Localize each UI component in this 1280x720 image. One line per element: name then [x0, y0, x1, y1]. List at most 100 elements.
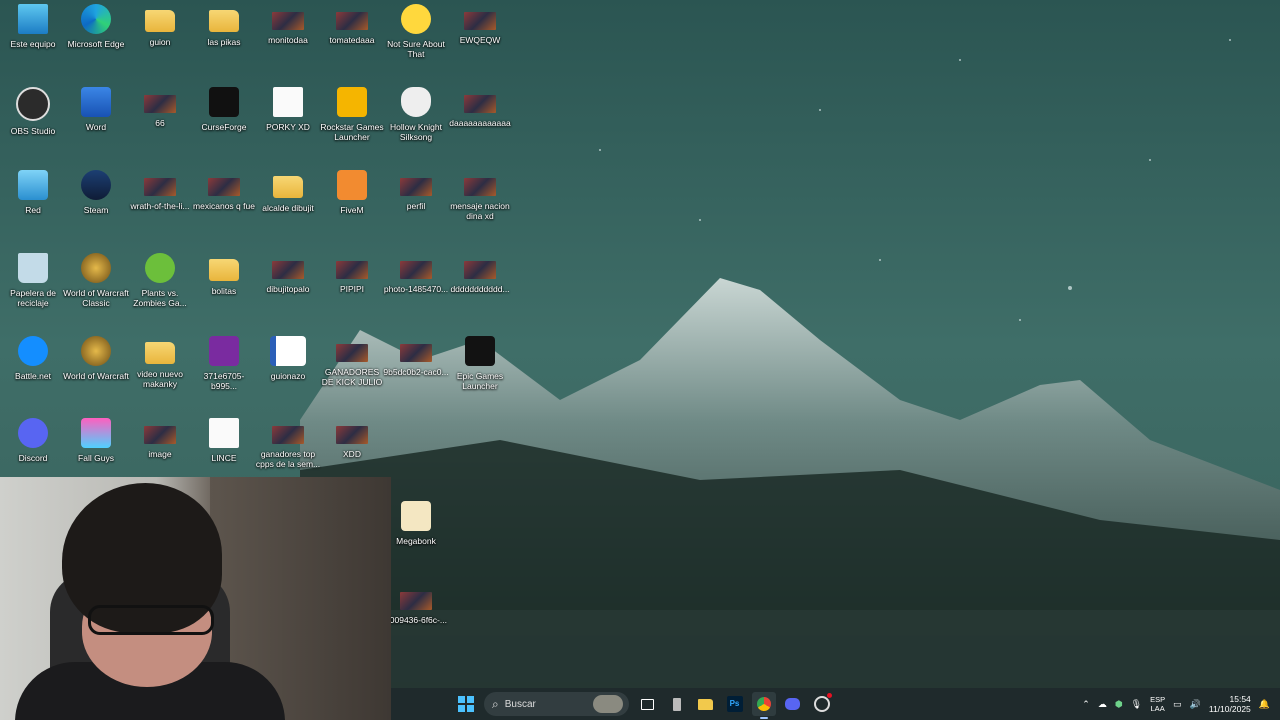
desktop-icon-label: mensaje nacion dina xd	[450, 201, 510, 221]
app-button-1[interactable]	[665, 692, 689, 716]
image-thumbnail-icon	[208, 178, 240, 196]
desktop-icon[interactable]: bolitas	[191, 249, 257, 329]
file-icon	[209, 336, 239, 366]
notification-bell-icon[interactable]: 🔔	[1259, 699, 1270, 710]
image-thumbnail-icon	[336, 261, 368, 279]
desktop-icon-label: Red	[25, 205, 41, 215]
desktop-icon[interactable]: monitodaa	[255, 0, 321, 80]
desktop-icon[interactable]: CurseForge	[191, 83, 257, 163]
desktop-icon-label: mexicanos q fue	[193, 201, 255, 211]
recycle-bin-icon	[18, 253, 48, 283]
desktop-icon[interactable]: 5009436-6f6c-...	[383, 580, 449, 660]
desktop-icon[interactable]: Microsoft Edge	[63, 0, 129, 80]
fivem-icon	[337, 170, 367, 200]
desktop-icon[interactable]: 371e6705-b995...	[191, 332, 257, 412]
desktop-icon-label: CurseForge	[201, 122, 247, 132]
image-thumbnail-icon	[144, 95, 176, 113]
desktop-icon[interactable]: EWQEQW	[447, 0, 513, 80]
discord-button[interactable]	[781, 692, 805, 716]
desktop-icon-label: GANADORES DE KICK JULIO	[321, 367, 383, 387]
volume-icon[interactable]: 🔊	[1190, 699, 1201, 710]
desktop-icon[interactable]: ddddddddddd...	[447, 249, 513, 329]
chevron-up-icon[interactable]: ⌃	[1082, 699, 1090, 710]
desktop-icon[interactable]: 9b5dc0b2-cac0...	[383, 332, 449, 412]
monitor-icon	[18, 4, 48, 34]
image-thumbnail-icon	[464, 12, 496, 30]
microphone-icon[interactable]: 🎙	[1131, 699, 1142, 710]
desktop-icon-label: World of Warcraft	[63, 371, 129, 381]
desktop-icon[interactable]: PIPIPI	[319, 249, 385, 329]
desktop-icon[interactable]: Word	[63, 83, 129, 163]
desktop-icon[interactable]: Steam	[63, 166, 129, 246]
desktop-icon[interactable]: OBS Studio	[0, 83, 66, 163]
wow-icon	[81, 336, 111, 366]
image-thumbnail-icon	[336, 12, 368, 30]
security-icon[interactable]: ⬢	[1115, 699, 1123, 710]
desktop-icon[interactable]: perfil	[383, 166, 449, 246]
desktop-icon[interactable]: las pikas	[191, 0, 257, 80]
image-thumbnail-icon	[464, 178, 496, 196]
search-icon: ⌕	[492, 696, 499, 711]
task-view-icon	[641, 698, 654, 710]
desktop-icon[interactable]: daaaaaaaaaaaa	[447, 83, 513, 163]
desktop-icon[interactable]: 66	[127, 83, 193, 163]
obs-icon	[16, 87, 50, 121]
desktop-icon[interactable]: Plants vs. Zombies Ga...	[127, 249, 193, 329]
desktop-icon[interactable]: guion	[127, 0, 193, 80]
chrome-button[interactable]	[751, 692, 776, 719]
desktop-icon-label: Papelera de reciclaje	[10, 288, 56, 308]
image-thumbnail-icon	[144, 426, 176, 444]
desktop-icon[interactable]: Megabonk	[383, 497, 449, 577]
video-file-icon	[273, 87, 303, 117]
start-button[interactable]	[454, 692, 478, 716]
discord-icon	[785, 698, 800, 710]
folder-icon	[698, 698, 713, 710]
desktop-icon[interactable]: Not Sure About That	[383, 0, 449, 80]
desktop-icon[interactable]: dibujitopalo	[255, 249, 321, 329]
taskbar-search-box[interactable]: ⌕ Buscar	[484, 692, 629, 716]
desktop-icon-label: Rockstar Games Launcher	[320, 122, 384, 142]
desktop-icon[interactable]: video nuevo makanky	[127, 332, 193, 412]
network-icon[interactable]: ▭	[1173, 699, 1182, 710]
desktop-icon[interactable]: mensaje nacion dina xd	[447, 166, 513, 246]
network-icon	[18, 170, 48, 200]
desktop-icon-label: perfil	[406, 201, 426, 211]
desktop-icon[interactable]: wrath-of-the-li...	[127, 166, 193, 246]
desktop-icon[interactable]: GANADORES DE KICK JULIO	[319, 332, 385, 412]
photoshop-icon: Ps	[726, 696, 743, 712]
desktop-icon[interactable]: FiveM	[319, 166, 385, 246]
device-icon	[672, 697, 681, 711]
desktop-icon[interactable]: alcalde dibujit	[255, 166, 321, 246]
desktop-icon[interactable]: Hollow Knight Silksong	[383, 83, 449, 163]
desktop-icon-label: bolitas	[211, 286, 237, 296]
task-view-button[interactable]	[636, 692, 660, 716]
language-indicator[interactable]: ESP LAA	[1150, 695, 1165, 713]
desktop-icon[interactable]: Red	[0, 166, 66, 246]
onedrive-icon[interactable]: ☁	[1098, 699, 1107, 710]
desktop-icon[interactable]: Battle.net	[0, 332, 66, 412]
desktop-icon[interactable]: World of Warcraft Classic	[63, 249, 129, 329]
desktop-icon[interactable]: Este equipo	[0, 0, 66, 80]
desktop-icon[interactable]: PORKY XD	[255, 83, 321, 163]
app-button-2[interactable]	[810, 692, 834, 716]
file-explorer-button[interactable]	[694, 692, 718, 716]
desktop-icon[interactable]: guionazo	[255, 332, 321, 412]
desktop-icon-label: PIPIPI	[339, 284, 365, 294]
desktop-icon-label: guion	[149, 37, 171, 47]
desktop-icon-label: 371e6705-b995...	[203, 371, 245, 391]
desktop-icon-label: 66	[155, 118, 165, 128]
desktop-icon-label: 9b5dc0b2-cac0...	[383, 367, 449, 377]
desktop-icon[interactable]: World of Warcraft	[63, 332, 129, 412]
desktop-icon[interactable]: photo-1485470...	[383, 249, 449, 329]
language-sub: LAA	[1150, 704, 1165, 713]
photoshop-button[interactable]: Ps	[723, 692, 747, 716]
hollow-knight-icon	[401, 87, 431, 117]
desktop-icon-label: Plants vs. Zombies Ga...	[133, 288, 187, 308]
clock[interactable]: 15:54 11/10/2025	[1209, 694, 1251, 714]
desktop-icon[interactable]: Epic Games Launcher	[447, 332, 513, 412]
image-thumbnail-icon	[400, 178, 432, 196]
desktop-icon[interactable]: tomatedaaa	[319, 0, 385, 80]
desktop-icon[interactable]: Rockstar Games Launcher	[319, 83, 385, 163]
desktop-icon[interactable]: Papelera de reciclaje	[0, 249, 66, 329]
desktop-icon[interactable]: mexicanos q fue	[191, 166, 257, 246]
